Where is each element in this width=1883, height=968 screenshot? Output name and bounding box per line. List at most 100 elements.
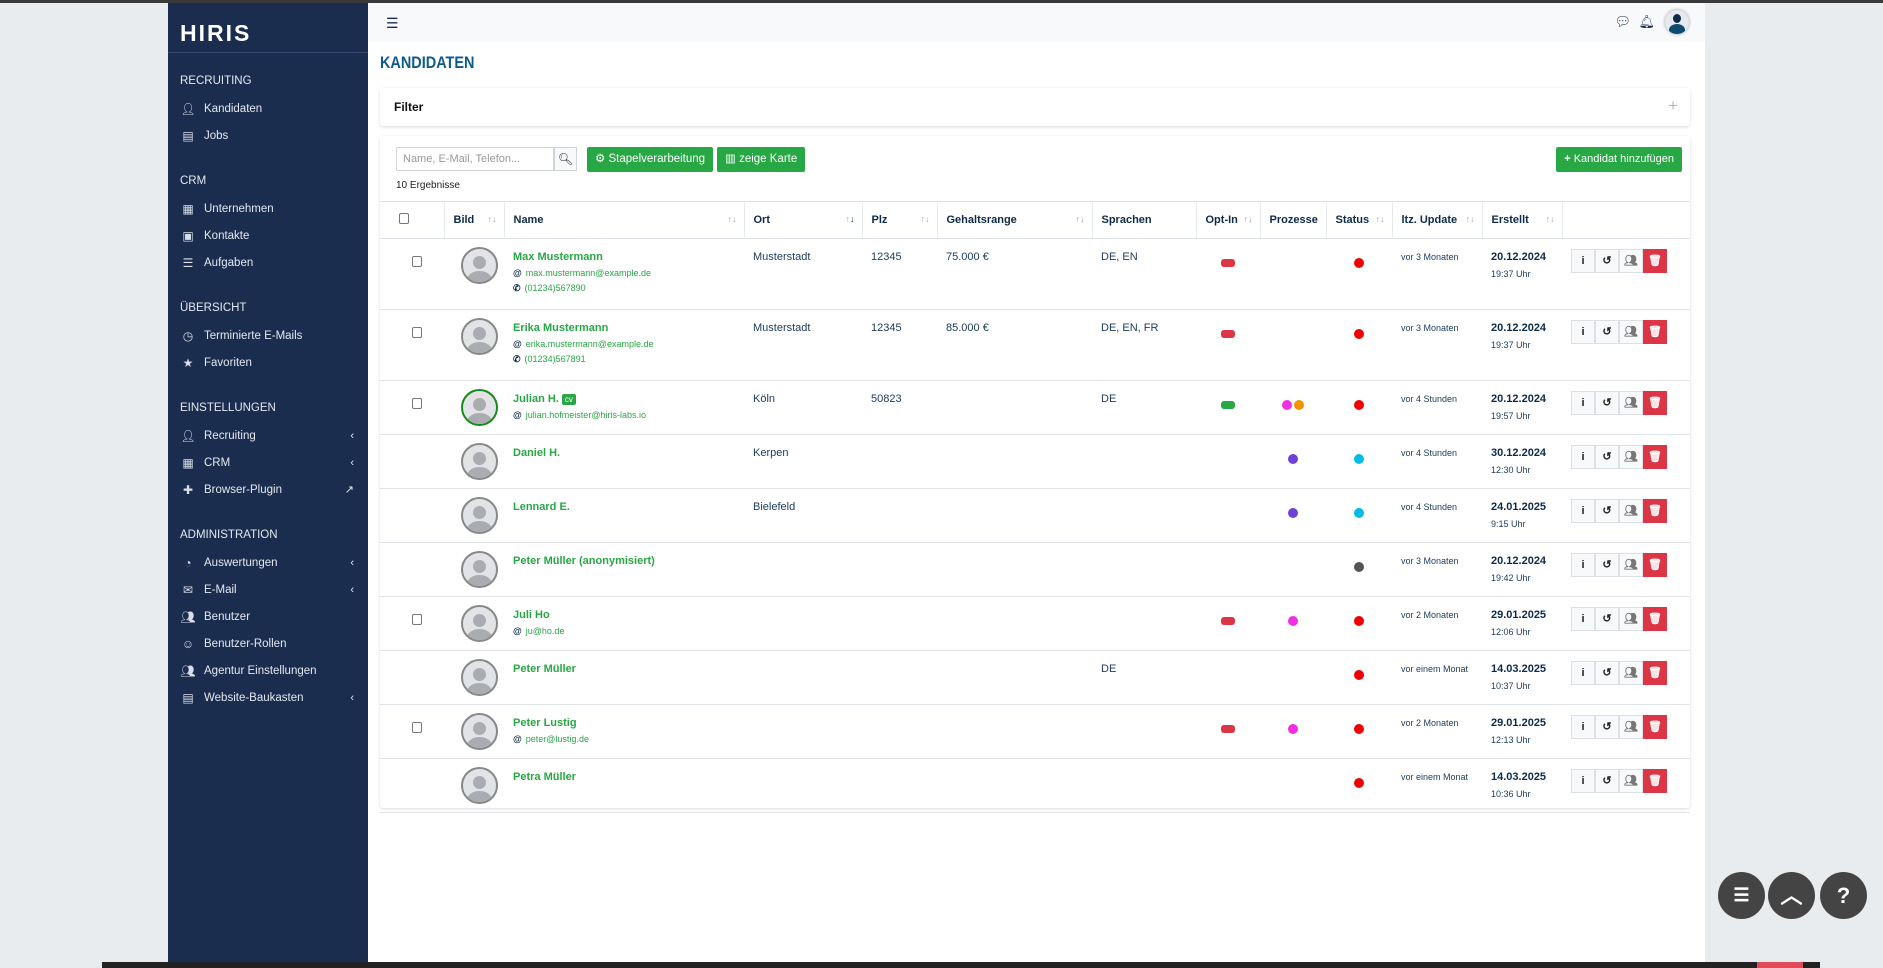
trash-icon[interactable]: 🗑︎ [1643,769,1667,793]
sidebar-item-kontakte[interactable]: ▣ Kontakte [168,222,368,249]
filter-panel[interactable]: Filter + [380,88,1690,126]
status-dot[interactable] [1354,400,1364,410]
sidebar-item-website-baukasten[interactable]: ▤ Website-Baukasten ‹ [168,684,368,711]
process-dot[interactable] [1288,724,1298,734]
users-icon[interactable]: 👥︎ [1619,499,1643,523]
email-link[interactable]: julian.hofmeister@hiris-labs.io [526,410,646,420]
history-icon[interactable]: ↺ [1595,320,1619,344]
candidate-name-link[interactable]: Lennard E. [513,501,570,513]
bell-icon[interactable]: 🔔︎ [1638,14,1655,30]
sort-icon[interactable]: ↑↓ [1076,214,1085,224]
info-icon[interactable]: i [1571,661,1595,685]
users-icon[interactable]: 👥︎ [1619,249,1643,273]
sidebar-item-kandidaten[interactable]: 👤︎ Kandidaten [168,95,368,122]
info-icon[interactable]: i [1571,499,1595,523]
status-dot[interactable] [1354,670,1364,680]
sidebar-item-agentur-einstellungen[interactable]: 👥︎ Agentur Einstellungen [168,657,368,684]
sort-icon[interactable]: ↑↓ [488,214,497,224]
cv-badge[interactable]: cv [561,394,576,405]
candidate-name-link[interactable]: Daniel H. [513,447,560,459]
process-dot[interactable] [1288,454,1298,464]
table-row[interactable]: Erika Mustermann @ erika.mustermann@exampl… [380,309,1690,381]
info-icon[interactable]: i [1571,320,1595,344]
table-row[interactable]: Peter Müller (anonymisiert) vor 3 Monaten… [380,542,1690,597]
add-candidate-button[interactable]: + Kandidat hinzufügen [1556,147,1682,172]
users-icon[interactable]: 👥︎ [1619,661,1643,685]
sidebar-item-browser-plugin[interactable]: ✚ Browser-Plugin ↗ [168,476,368,503]
column-header[interactable]: Opt-In ↑↓ [1196,201,1261,239]
sidebar-item-favoriten[interactable]: ★ Favoriten [168,349,368,376]
candidate-name-link[interactable]: Peter Lustig [513,717,577,729]
sort-desc-icon[interactable]: ↑↓ [846,214,855,224]
sidebar-item-unternehmen[interactable]: ▦ Unternehmen [168,195,368,222]
candidate-name-link[interactable]: Juli Ho [513,609,550,621]
status-dot[interactable] [1354,562,1364,572]
table-row[interactable]: Juli Ho @ ju@ho.de vor 2 Monaten 29.01.2025 1… [380,596,1690,651]
chevron-left-icon[interactable]: ‹ [350,692,354,704]
avatar[interactable] [461,318,498,355]
row-checkbox[interactable] [412,327,422,338]
status-dot[interactable] [1354,508,1364,518]
history-icon[interactable]: ↺ [1595,391,1619,415]
help-question-icon[interactable]: ? [1820,872,1867,919]
column-header[interactable]: Plz ↑↓ [862,201,938,239]
trash-icon[interactable]: 🗑︎ [1643,715,1667,739]
external-link-icon[interactable]: ↗ [345,483,354,496]
sort-icon[interactable]: ↑↓ [1376,214,1385,224]
info-icon[interactable]: i [1571,769,1595,793]
email-link[interactable]: ju@ho.de [526,626,565,636]
trash-icon[interactable]: 🗑︎ [1643,445,1667,469]
candidate-name-link[interactable]: Petra Müller [513,771,576,783]
candidate-name-link[interactable]: Peter Müller (anonymisiert) [513,555,655,567]
avatar[interactable] [461,497,498,534]
show-map-button[interactable]: ▥ zeige Karte [717,147,806,172]
table-row[interactable]: Max Mustermann @ max.mustermann@example.de… [380,238,1690,310]
table-row[interactable]: Petra Müller vor einem Monat 14.03.2025 10:… [380,758,1690,813]
column-header[interactable]: ltz. Update ↑↓ [1392,201,1483,239]
sidebar-item-recruiting[interactable]: 👤︎ Recruiting ‹ [168,422,368,449]
menu-toggle-icon[interactable]: ☰ [386,15,399,32]
user-avatar[interactable] [1665,10,1689,34]
hiris-logo[interactable]: HIRIS [168,3,368,53]
users-icon[interactable]: 👥︎ [1619,769,1643,793]
status-dot[interactable] [1354,724,1364,734]
users-icon[interactable]: 👥︎ [1619,445,1643,469]
table-row[interactable]: Daniel H. Kerpen vor 4 Stunden 30.12.2024 12… [380,434,1690,489]
history-icon[interactable]: ↺ [1595,249,1619,273]
chevron-left-icon[interactable]: ‹ [350,430,354,442]
info-icon[interactable]: i [1571,249,1595,273]
row-checkbox[interactable] [412,722,422,733]
column-header[interactable]: Gehaltsrange ↑↓ [937,201,1093,239]
sidebar-item-e-mail[interactable]: ✉ E-Mail ‹ [168,576,368,603]
sort-icon[interactable]: ↑↓ [728,214,737,224]
email-link[interactable]: max.mustermann@example.de [526,268,651,278]
candidate-name-link[interactable]: Peter Müller [513,663,576,675]
history-icon[interactable]: ↺ [1595,553,1619,577]
trash-icon[interactable]: 🗑︎ [1643,499,1667,523]
sidebar-item-jobs[interactable]: ▤ Jobs [168,122,368,149]
users-icon[interactable]: 👥︎ [1619,607,1643,631]
candidate-name-link[interactable]: Max Mustermann [513,251,603,263]
status-dot[interactable] [1354,329,1364,339]
batch-processing-button[interactable]: ⚙ Stapelverarbeitung [587,147,714,172]
info-icon[interactable]: i [1571,445,1595,469]
history-icon[interactable]: ↺ [1595,769,1619,793]
table-row[interactable]: Julian H. cv @ julian.hofmeister@hiris-labs… [380,380,1690,435]
avatar[interactable] [461,659,498,696]
sort-icon[interactable]: ↑↓ [921,214,930,224]
users-icon[interactable]: 👥︎ [1619,715,1643,739]
info-icon[interactable]: i [1571,553,1595,577]
users-icon[interactable]: 👥︎ [1619,553,1643,577]
table-row[interactable]: Lennard E. Bielefeld vor 4 Stunden 24.01.20… [380,488,1690,543]
email-link[interactable]: peter@lustig.de [526,734,589,744]
candidate-name-link[interactable]: Erika Mustermann [513,322,608,334]
row-checkbox[interactable] [412,256,422,267]
history-icon[interactable]: ↺ [1595,499,1619,523]
phone-link[interactable]: (01234)567890 [525,283,586,293]
sidebar-item-benutzer-rollen[interactable]: ☺ Benutzer-Rollen [168,630,368,657]
expand-plus-icon[interactable]: + [1668,96,1678,116]
email-link[interactable]: erika.mustermann@example.de [526,339,654,349]
column-header[interactable]: Status ↑↓ [1326,201,1393,239]
candidate-name-link[interactable]: Julian H. [513,393,559,405]
avatar[interactable] [461,443,498,480]
